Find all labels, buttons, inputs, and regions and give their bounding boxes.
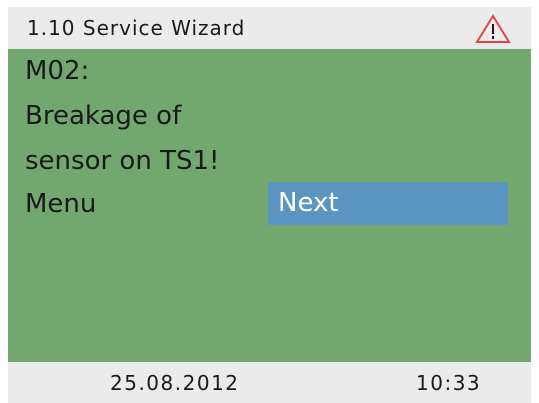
warning-triangle-icon bbox=[474, 13, 512, 45]
screen-title: 1.10 Service Wizard bbox=[27, 16, 246, 40]
status-bar: 25.08.2012 10:33 bbox=[8, 362, 531, 403]
error-code: M02: bbox=[25, 56, 90, 86]
error-message-line-2: sensor on TS1! bbox=[25, 146, 220, 176]
message-panel: M02: Breakage of sensor on TS1! Menu Nex… bbox=[8, 49, 531, 362]
device-screen: 1.10 Service Wizard M02: Breakage of sen… bbox=[0, 0, 539, 403]
header-bar: 1.10 Service Wizard bbox=[8, 7, 531, 49]
menu-label: Menu bbox=[25, 189, 97, 219]
date-display: 25.08.2012 bbox=[110, 371, 240, 395]
next-button[interactable]: Next bbox=[268, 182, 508, 225]
next-button-label: Next bbox=[278, 188, 339, 218]
error-message-line-1: Breakage of bbox=[25, 101, 182, 131]
time-display: 10:33 bbox=[416, 371, 482, 395]
